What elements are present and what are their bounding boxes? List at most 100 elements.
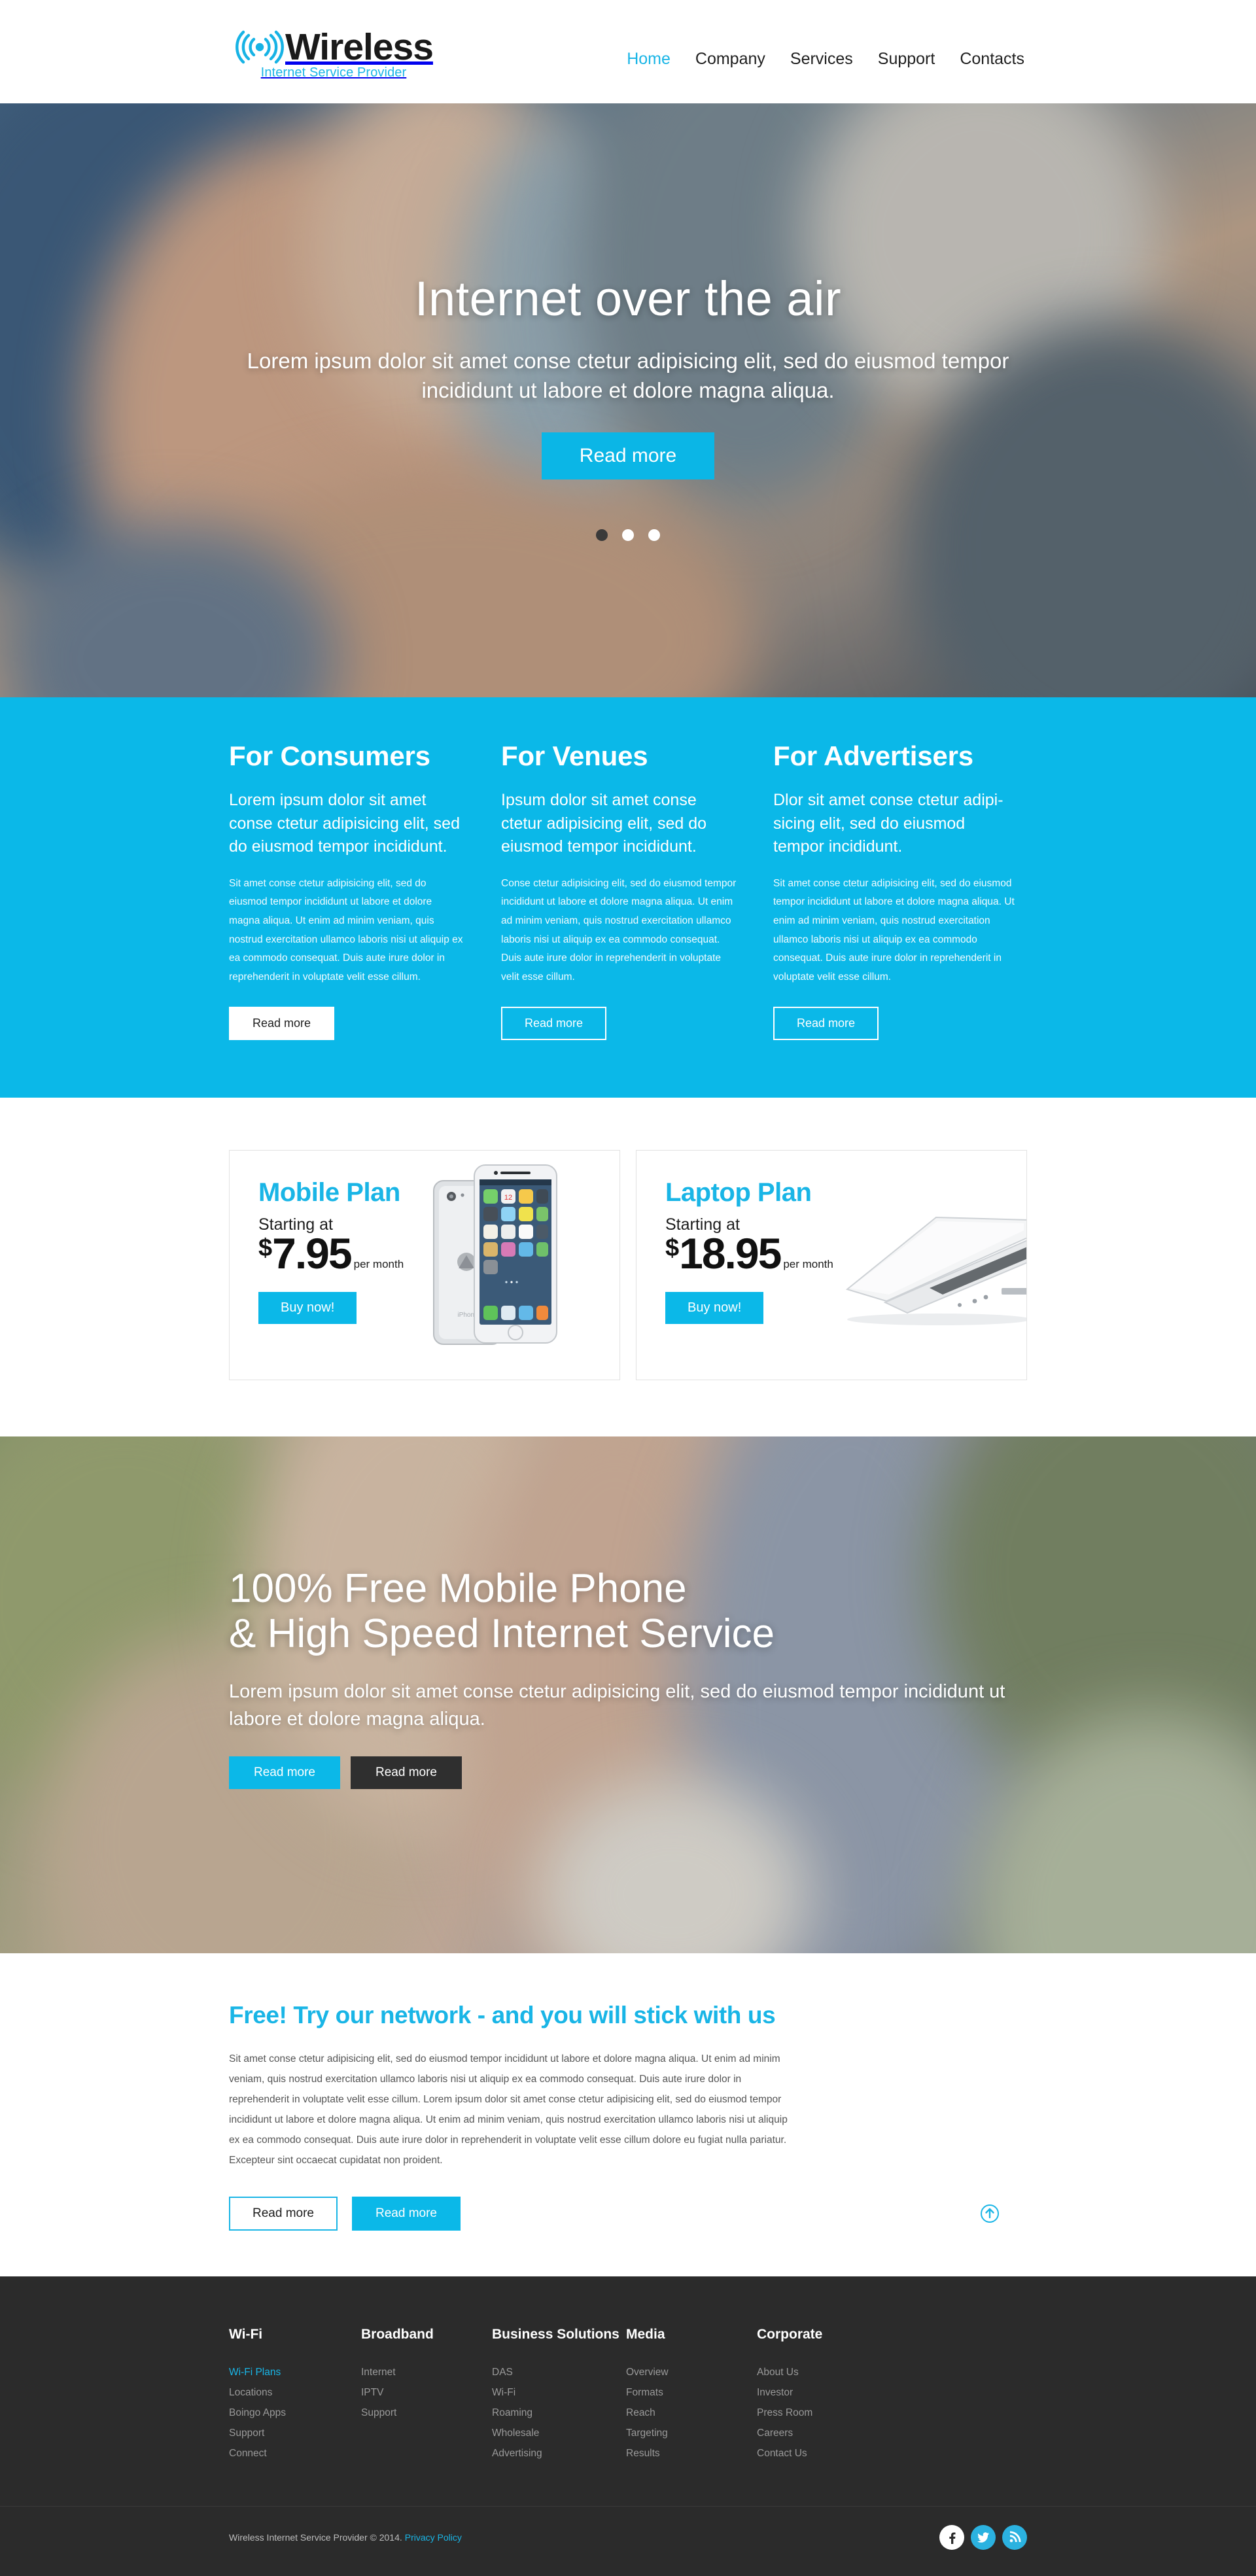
footer-column-wifi: Wi-Fi Wi-Fi Plans Locations Boingo Apps … — [229, 2326, 361, 2468]
plan-card-mobile[interactable]: Mobile Plan Starting at $ 7.95 per month… — [229, 1149, 620, 1380]
footer-link-results[interactable]: Results — [626, 2448, 660, 2459]
plan-period: per month — [353, 1257, 404, 1270]
nav-item-support[interactable]: Support — [878, 50, 935, 69]
site-footer: Wi-Fi Wi-Fi Plans Locations Boingo Apps … — [0, 2276, 1256, 2576]
list-item: Locations — [229, 2387, 361, 2399]
feature-heading: For Consumers — [229, 740, 430, 771]
plan-currency: $ — [665, 1234, 680, 1262]
plan-period: per month — [783, 1257, 833, 1270]
wifi-signal-icon — [234, 30, 285, 64]
list-item: Wholesale — [492, 2428, 626, 2439]
footer-link-wholesale[interactable]: Wholesale — [492, 2428, 539, 2439]
footer-link-overview[interactable]: Overview — [626, 2367, 669, 2378]
plan-amount: 18.95 — [679, 1228, 782, 1278]
rss-icon[interactable] — [1002, 2524, 1027, 2550]
feature-read-more-button[interactable]: Read more — [229, 1006, 335, 1040]
banner-subtitle: Lorem ipsum dolor sit amet conse ctetur … — [229, 1681, 1005, 1730]
list-item: About Us — [757, 2367, 888, 2378]
feature-column-advertisers: For Advertisers Dlor sit amet conse ctet… — [773, 740, 1015, 1040]
promo-banner: 100% Free Mobile Phone & High Speed Inte… — [0, 1436, 1256, 1953]
feature-body: Conse ctetur adipisicing elit, sed do ei… — [501, 877, 737, 983]
footer-link-reach[interactable]: Reach — [626, 2407, 655, 2418]
list-item: Support — [361, 2407, 492, 2419]
plan-buy-button[interactable]: Buy now! — [258, 1291, 357, 1324]
slider-dot-2[interactable] — [622, 529, 634, 542]
feature-read-more-button[interactable]: Read more — [773, 1006, 879, 1040]
footer-link-support[interactable]: Support — [361, 2407, 396, 2418]
twitter-icon[interactable] — [971, 2524, 996, 2550]
footer-link-internet[interactable]: Internet — [361, 2367, 396, 2378]
feature-column-consumers: For Consumers Lorem ipsum dolor sit amet… — [229, 740, 464, 1040]
main-navigation: Home Company Services Support Contacts — [627, 30, 1027, 69]
footer-column-corporate: Corporate About Us Investor Press Room C… — [757, 2326, 888, 2468]
list-item: Careers — [757, 2428, 888, 2439]
footer-link-press-room[interactable]: Press Room — [757, 2407, 812, 2418]
footer-link-targeting[interactable]: Targeting — [626, 2428, 668, 2439]
footer-link-careers[interactable]: Careers — [757, 2428, 793, 2439]
intro-ghost-button[interactable]: Read more — [229, 2196, 338, 2231]
nav-item-contacts[interactable]: Contacts — [960, 50, 1024, 69]
feature-column-venues: For Venues Ipsum dolor sit amet conse ct… — [501, 740, 737, 1040]
list-item: Results — [626, 2448, 757, 2460]
site-header: Wireless Internet Service Provider Home … — [0, 0, 1256, 103]
intro-body: Sit amet conse ctetur adipisicing elit, … — [229, 2053, 788, 2166]
footer-link-contact-us[interactable]: Contact Us — [757, 2448, 807, 2459]
feature-lead: Lorem ipsum dolor sit amet conse ctetur … — [229, 791, 460, 856]
footer-link-roaming[interactable]: Roaming — [492, 2407, 532, 2418]
privacy-policy-link[interactable]: Privacy Policy — [405, 2532, 462, 2543]
hero-read-more-button[interactable]: Read more — [541, 432, 715, 480]
footer-link-locations[interactable]: Locations — [229, 2387, 272, 2398]
arrow-up-circle-icon[interactable] — [980, 2204, 1000, 2227]
copyright-label: Wireless Internet Service Provider © 201… — [229, 2532, 402, 2543]
footer-link-list: DAS Wi-Fi Roaming Wholesale Advertising — [492, 2367, 626, 2460]
slider-dot-1[interactable] — [596, 529, 608, 542]
list-item: Boingo Apps — [229, 2407, 361, 2419]
list-item: Internet — [361, 2367, 492, 2378]
list-item: Press Room — [757, 2407, 888, 2419]
nav-item-services[interactable]: Services — [790, 50, 853, 69]
feature-heading: For Venues — [501, 740, 648, 771]
footer-link-boingo-apps[interactable]: Boingo Apps — [229, 2407, 286, 2418]
plan-price: $ 18.95 per month — [665, 1232, 1026, 1275]
footer-column-heading: Business Solutions — [492, 2326, 619, 2342]
footer-link-das[interactable]: DAS — [492, 2367, 513, 2378]
intro-solid-button[interactable]: Read more — [352, 2196, 461, 2231]
footer-link-list: Overview Formats Reach Targeting Results — [626, 2367, 757, 2460]
nav-item-company[interactable]: Company — [695, 50, 765, 69]
features-section: For Consumers Lorem ipsum dolor sit amet… — [0, 697, 1256, 1098]
plan-buy-button[interactable]: Buy now! — [665, 1291, 764, 1324]
footer-link-investor[interactable]: Investor — [757, 2387, 793, 2398]
social-links — [939, 2524, 1027, 2550]
plan-card-laptop[interactable]: Laptop Plan Starting at $ 18.95 per mont… — [636, 1149, 1027, 1380]
banner-secondary-button[interactable]: Read more — [351, 1756, 462, 1789]
feature-lead: Ipsum dolor sit amet conse ctetur adipis… — [501, 791, 707, 856]
list-item: Investor — [757, 2387, 888, 2399]
footer-link-wifi[interactable]: Wi-Fi — [492, 2387, 515, 2398]
site-logo[interactable]: Wireless Internet Service Provider — [229, 28, 434, 80]
footer-link-support[interactable]: Support — [229, 2428, 264, 2439]
footer-link-advertising[interactable]: Advertising — [492, 2448, 542, 2459]
banner-primary-button[interactable]: Read more — [229, 1756, 340, 1789]
footer-link-iptv[interactable]: IPTV — [361, 2387, 383, 2398]
plan-price: $ 7.95 per month — [258, 1232, 619, 1275]
footer-link-wifi-plans[interactable]: Wi-Fi Plans — [229, 2367, 281, 2378]
footer-link-about-us[interactable]: About Us — [757, 2367, 799, 2378]
plans-section: Mobile Plan Starting at $ 7.95 per month… — [0, 1097, 1256, 1436]
footer-link-connect[interactable]: Connect — [229, 2448, 267, 2459]
page-root: Wireless Internet Service Provider Home … — [0, 0, 1256, 2576]
list-item: Contact Us — [757, 2448, 888, 2460]
list-item: Formats — [626, 2387, 757, 2399]
plan-title: Laptop Plan — [665, 1177, 812, 1207]
nav-item-home[interactable]: Home — [627, 50, 671, 69]
slider-dot-3[interactable] — [648, 529, 660, 542]
list-item: Overview — [626, 2367, 757, 2378]
plan-amount: 7.95 — [272, 1228, 352, 1278]
footer-column-heading: Wi-Fi — [229, 2326, 263, 2342]
copyright-bar: Wireless Internet Service Provider © 201… — [0, 2505, 1256, 2576]
footer-link-formats[interactable]: Formats — [626, 2387, 663, 2398]
footer-column-heading: Corporate — [757, 2326, 823, 2342]
feature-body: Sit amet conse ctetur adipisicing elit, … — [773, 877, 1015, 983]
feature-read-more-button[interactable]: Read more — [501, 1006, 607, 1040]
list-item: Roaming — [492, 2407, 626, 2419]
facebook-icon[interactable] — [939, 2524, 964, 2550]
